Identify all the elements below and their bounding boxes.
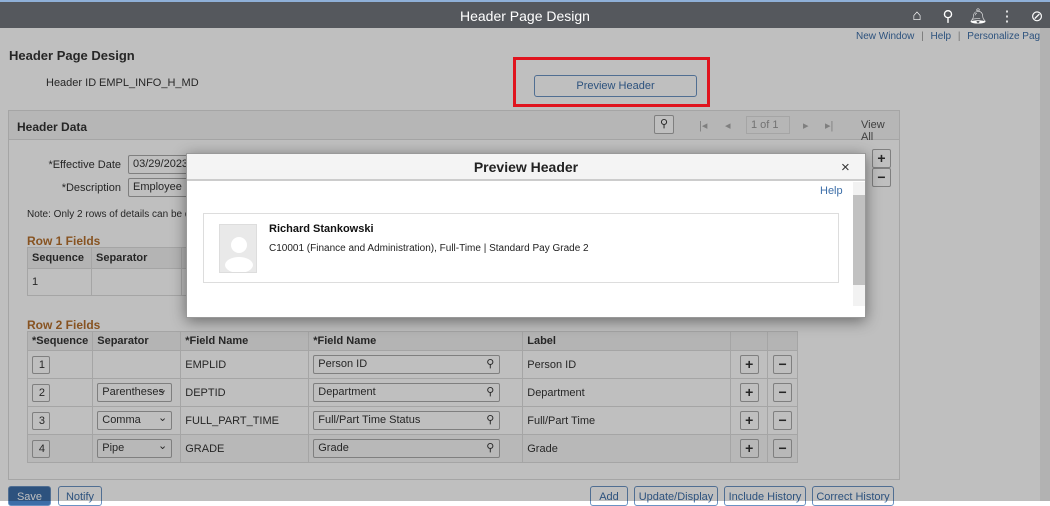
more-icon[interactable]: ⋮ [997,7,1017,25]
person-icon [225,237,253,272]
avatar [219,224,257,273]
search-icon[interactable]: ⚲ [938,7,958,25]
top-banner: Header Page Design ⌂ ⚲ 🔔︎ ⋮ ⊘ [0,0,1050,28]
modal-scrollbar[interactable] [853,182,865,306]
banner-title: Header Page Design [460,8,590,24]
employee-name: Richard Stankowski [269,223,374,235]
home-icon[interactable]: ⌂ [907,7,927,24]
employee-details: C10001 (Finance and Administration), Ful… [269,243,589,254]
header-card: Richard Stankowski C10001 (Finance and A… [203,213,839,283]
close-icon[interactable]: × [841,159,850,176]
bell-icon[interactable]: 🔔︎ [968,7,988,25]
highlight-box [513,57,710,107]
modal-title: Preview Header [187,154,865,181]
compass-icon[interactable]: ⊘ [1027,7,1047,25]
preview-header-modal: Preview Header × Help Richard Stankowski… [186,153,866,318]
modal-help-link[interactable]: Help [820,185,843,197]
